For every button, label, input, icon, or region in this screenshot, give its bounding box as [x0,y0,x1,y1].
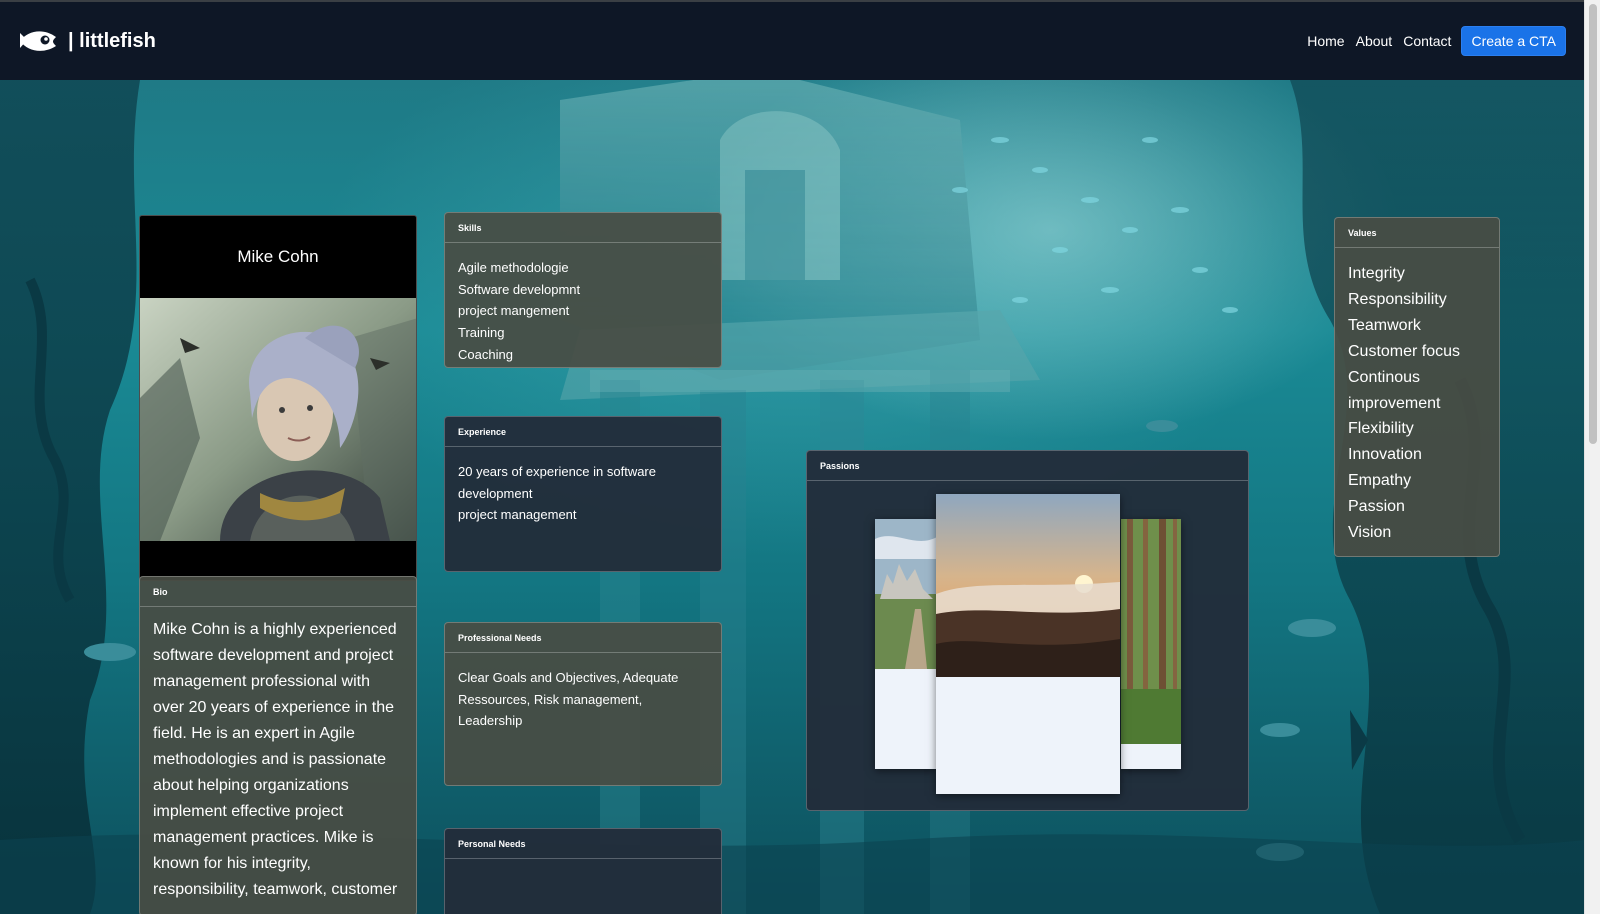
nav-links: Home About Contact Create a CTA [1296,26,1566,56]
skill-item: Agile methodologie [458,260,569,275]
value-item: Responsibility [1348,290,1447,308]
bio-card: Bio Mike Cohn is a highly experienced so… [139,576,417,914]
gallery-photo-castle[interactable] [875,519,937,769]
gallery-photo-sunset[interactable] [936,494,1120,794]
professional-needs-card: Professional Needs Clear Goals and Objec… [444,622,722,786]
passions-gallery[interactable] [807,481,1248,810]
value-item: Continous improvement [1348,368,1441,412]
profile-portrait-image [140,298,416,541]
bio-text: Mike Cohn is a highly experienced softwa… [153,621,398,898]
profile-name: Mike Cohn [237,247,319,266]
passions-card: Passions [806,450,1249,811]
personal-needs-card: Personal Needs [444,828,722,914]
profile-card: Mike Cohn [139,215,417,581]
skill-item: Training [458,325,505,341]
value-item: Integrity [1348,265,1405,282]
brand-name: | littlefish [68,29,156,52]
experience-card-title: Experience [445,417,721,447]
skill-item: Coaching [458,346,513,362]
passions-card-title: Passions [807,451,1248,481]
navbar: | littlefish Home About Contact Create a… [0,2,1584,80]
scrollbar-thumb[interactable] [1589,4,1597,444]
value-item: Empathy [1348,472,1412,490]
values-card-title: Values [1335,218,1499,248]
gallery-photo-forest[interactable] [1121,519,1181,769]
professional-needs-card-title: Professional Needs [445,623,721,653]
nav-about-link[interactable]: About [1356,33,1393,49]
value-item: Customer focus [1348,342,1461,360]
experience-line: 20 years of experience in software devel… [458,464,656,501]
skill-item: project mangement [458,303,570,319]
underwater-background: Mike Cohn Bio Mike Cohn is a highly expe… [0,80,1584,914]
values-card: Values Integrity Responsibility Teamwork… [1334,217,1500,557]
brand[interactable]: | littlefish [18,28,156,54]
nav-home-link[interactable]: Home [1307,33,1344,49]
experience-line: project management [458,507,577,523]
vertical-scrollbar[interactable] [1584,0,1600,914]
value-item: Teamwork [1348,316,1421,334]
value-item: Flexibility [1348,420,1414,438]
personal-needs-card-title: Personal Needs [445,829,721,859]
value-item: Vision [1348,524,1392,542]
value-item: Passion [1348,498,1405,516]
skill-item: Software developmnt [458,281,581,297]
bio-card-title: Bio [140,577,416,607]
create-cta-button[interactable]: Create a CTA [1461,26,1566,56]
value-item: Innovation [1348,446,1422,464]
skills-card: Skills Agile methodologie Software devel… [444,212,722,368]
experience-card: Experience 20 years of experience in sof… [444,416,722,572]
skills-card-title: Skills [445,213,721,243]
fish-logo-icon [20,31,56,51]
nav-contact-link[interactable]: Contact [1403,33,1451,49]
professional-needs-text: Clear Goals and Objectives, Adequate Res… [458,670,679,729]
